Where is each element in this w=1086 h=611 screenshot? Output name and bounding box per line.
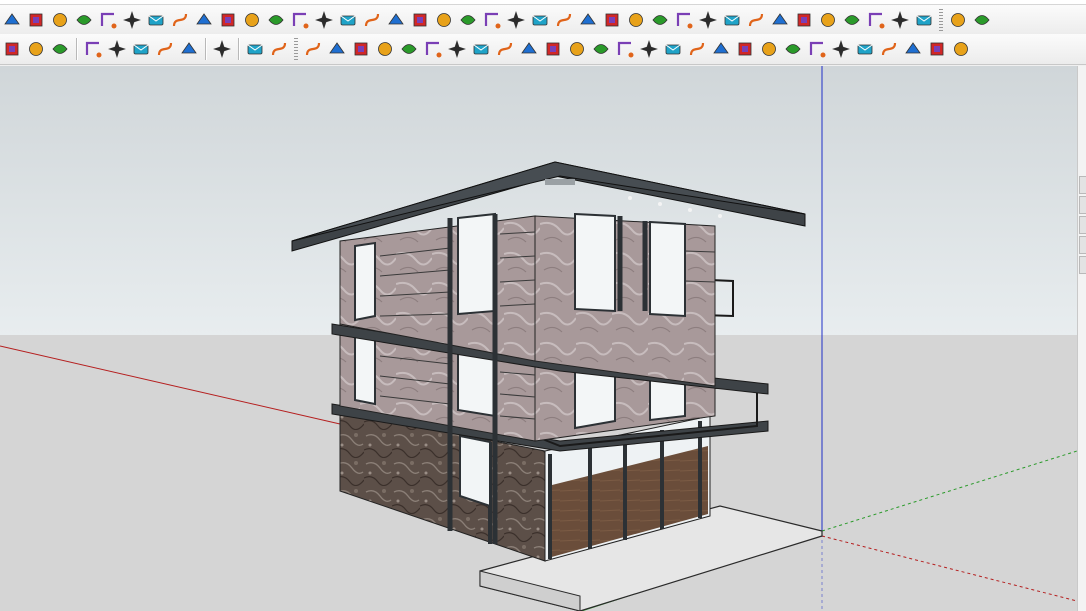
material-icon[interactable] bbox=[97, 9, 119, 31]
grid-orange-icon[interactable] bbox=[793, 9, 815, 31]
plus-green-icon[interactable] bbox=[361, 9, 383, 31]
sweep-icon[interactable] bbox=[494, 38, 516, 60]
tray-tab-2[interactable] bbox=[1079, 196, 1086, 214]
poly-icon[interactable] bbox=[638, 38, 660, 60]
paint-bucket-icon[interactable] bbox=[350, 38, 372, 60]
x-blue-icon[interactable] bbox=[385, 9, 407, 31]
cylinder-icon[interactable] bbox=[577, 9, 599, 31]
loft-icon[interactable] bbox=[302, 38, 324, 60]
step-icon[interactable] bbox=[782, 38, 804, 60]
hex-icon[interactable] bbox=[446, 38, 468, 60]
cube-red-icon[interactable] bbox=[673, 9, 695, 31]
corner2-icon[interactable] bbox=[542, 38, 564, 60]
grid-orange2-icon[interactable] bbox=[841, 9, 863, 31]
section-plane-icon[interactable] bbox=[1, 9, 23, 31]
pipe-icon[interactable] bbox=[265, 9, 287, 31]
window-tile-icon[interactable] bbox=[971, 9, 993, 31]
eraser-icon[interactable] bbox=[121, 9, 143, 31]
slope-icon[interactable] bbox=[566, 38, 588, 60]
toolbar-grip[interactable] bbox=[294, 38, 298, 60]
wave-icon[interactable] bbox=[926, 38, 948, 60]
extrude-icon[interactable] bbox=[854, 38, 876, 60]
tray-tab-1[interactable] bbox=[1079, 176, 1086, 194]
gear-icon[interactable] bbox=[211, 38, 233, 60]
fillet-icon[interactable] bbox=[289, 9, 311, 31]
scene-canvas bbox=[0, 66, 1077, 611]
e-logo-icon[interactable] bbox=[1, 38, 23, 60]
flask-icon[interactable] bbox=[433, 9, 455, 31]
ground-floor-window bbox=[459, 434, 491, 508]
flag-icon[interactable] bbox=[217, 9, 239, 31]
cloud-upload-icon[interactable] bbox=[178, 38, 200, 60]
donut-icon[interactable] bbox=[470, 38, 492, 60]
cube-out-icon[interactable] bbox=[649, 9, 671, 31]
toolbar-separator bbox=[205, 38, 206, 60]
bend-icon[interactable] bbox=[422, 38, 444, 60]
compass-icon[interactable] bbox=[553, 9, 575, 31]
grid-yellow-icon[interactable] bbox=[817, 9, 839, 31]
gear-small-icon[interactable] bbox=[374, 38, 396, 60]
tree-icon[interactable] bbox=[106, 38, 128, 60]
house-icon[interactable] bbox=[614, 38, 636, 60]
layers-stack-icon[interactable] bbox=[947, 9, 969, 31]
default-tray-edge[interactable] bbox=[1077, 66, 1086, 611]
mail-icon[interactable] bbox=[244, 38, 266, 60]
ramp-icon[interactable] bbox=[830, 38, 852, 60]
frame-icon[interactable] bbox=[769, 9, 791, 31]
grille-icon[interactable] bbox=[686, 38, 708, 60]
tray-tab-4[interactable] bbox=[1079, 236, 1086, 254]
info-icon[interactable] bbox=[268, 38, 290, 60]
undo-curve-icon[interactable] bbox=[601, 9, 623, 31]
primary-toolbar bbox=[0, 4, 1086, 36]
component-icon[interactable] bbox=[25, 9, 47, 31]
arc2-icon[interactable] bbox=[505, 9, 527, 31]
grille2-icon[interactable] bbox=[710, 38, 732, 60]
model-viewport[interactable] bbox=[0, 66, 1077, 611]
joint-icon[interactable] bbox=[398, 38, 420, 60]
table-icon[interactable] bbox=[193, 9, 215, 31]
spline-icon[interactable] bbox=[326, 38, 348, 60]
dotted-arc-icon[interactable] bbox=[889, 9, 911, 31]
profile-icon[interactable] bbox=[758, 38, 780, 60]
sandbox-icon[interactable] bbox=[49, 9, 71, 31]
sync-icon[interactable] bbox=[25, 38, 47, 60]
puzzle-icon[interactable] bbox=[625, 9, 647, 31]
toolbar-separator bbox=[238, 38, 239, 60]
arc-cut-icon[interactable] bbox=[590, 38, 612, 60]
poly2-icon[interactable] bbox=[662, 38, 684, 60]
terrain-icon[interactable] bbox=[130, 38, 152, 60]
arrows-icon[interactable] bbox=[49, 38, 71, 60]
qr-icon[interactable] bbox=[913, 9, 935, 31]
scatter-icon[interactable] bbox=[865, 9, 887, 31]
curve-icon[interactable] bbox=[313, 9, 335, 31]
gem-icon[interactable] bbox=[721, 9, 743, 31]
secondary-toolbar bbox=[0, 34, 1086, 65]
third-floor-facade-right bbox=[534, 215, 716, 387]
add-circle-icon[interactable] bbox=[82, 38, 104, 60]
cross-icon[interactable] bbox=[337, 9, 359, 31]
tray-tab-5[interactable] bbox=[1079, 256, 1086, 274]
box-open-icon[interactable] bbox=[241, 9, 263, 31]
triangle-icon[interactable] bbox=[409, 9, 431, 31]
red-square-icon[interactable] bbox=[169, 9, 191, 31]
checker-icon[interactable] bbox=[154, 38, 176, 60]
extrude3-icon[interactable] bbox=[902, 38, 924, 60]
stairs-icon[interactable] bbox=[806, 38, 828, 60]
arc-icon[interactable] bbox=[481, 9, 503, 31]
corner-icon[interactable] bbox=[518, 38, 540, 60]
toolbar-separator bbox=[76, 38, 77, 60]
layer-icon[interactable] bbox=[73, 9, 95, 31]
toolbar-grip[interactable] bbox=[939, 9, 943, 31]
tray-tab-3[interactable] bbox=[1079, 216, 1086, 234]
refresh-icon[interactable] bbox=[529, 9, 551, 31]
cube-corner-icon[interactable] bbox=[950, 38, 972, 60]
hand-icon[interactable] bbox=[734, 38, 756, 60]
dots-icon[interactable] bbox=[745, 9, 767, 31]
extrude2-icon[interactable] bbox=[878, 38, 900, 60]
cube-split-icon[interactable] bbox=[697, 9, 719, 31]
rotate-icon[interactable] bbox=[145, 9, 167, 31]
warning-icon[interactable] bbox=[457, 9, 479, 31]
